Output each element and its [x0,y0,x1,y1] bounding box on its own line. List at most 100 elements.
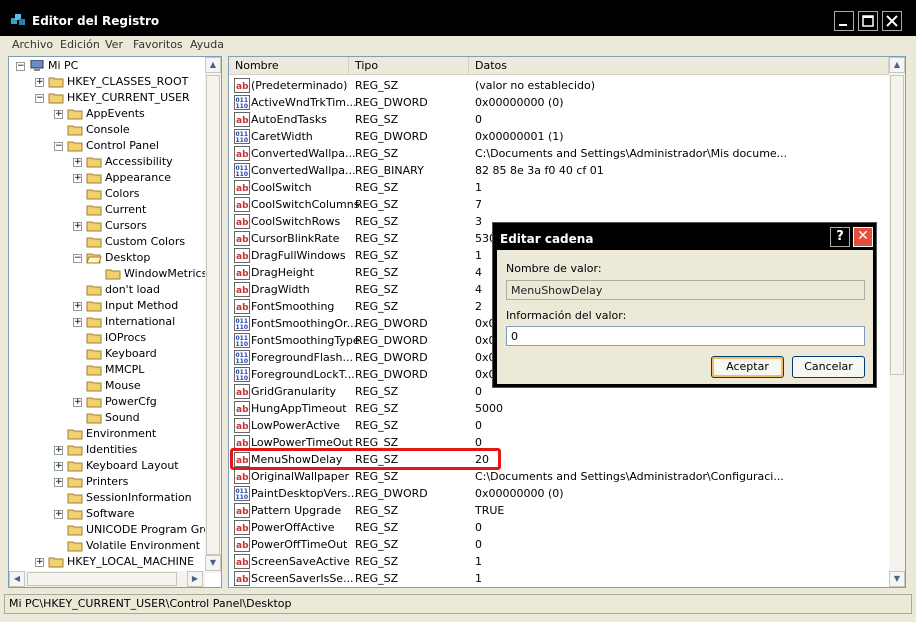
accept-button[interactable]: Aceptar [711,356,784,378]
expand-icon[interactable]: + [35,558,44,567]
collapse-icon[interactable]: − [35,94,44,103]
tree-item[interactable]: + International [9,314,205,330]
expand-icon[interactable]: + [73,398,82,407]
expand-icon[interactable]: + [73,222,82,231]
tree-hscroll-thumb[interactable] [27,572,177,586]
value-row[interactable]: ab LowPowerActive REG_SZ 0 [229,417,889,434]
tree-item[interactable]: Colors [9,186,205,202]
expand-icon[interactable]: + [73,174,82,183]
tree-item[interactable]: + Appearance [9,170,205,186]
value-row[interactable]: ab PowerOffActive REG_SZ 0 [229,519,889,536]
tree-item[interactable]: Console [9,122,205,138]
value-type: REG_SZ [355,249,399,262]
tree-item[interactable]: Environment [9,426,205,442]
tree-item[interactable]: + Printers [9,474,205,490]
expand-icon[interactable]: + [54,446,63,455]
tree-item[interactable]: − Desktop [9,250,205,266]
menu-ayuda[interactable]: Ayuda [190,38,224,51]
maximize-button[interactable] [858,11,878,31]
expand-icon[interactable]: + [73,318,82,327]
scroll-up-arrow-icon[interactable]: ▲ [205,57,221,73]
tree-item[interactable]: + Cursors [9,218,205,234]
tree-item[interactable]: − HKEY_CURRENT_USER [9,90,205,106]
value-row[interactable]: ab (Predeterminado) REG_SZ (valor no establ… [229,77,889,94]
tree-item[interactable]: Keyboard [9,346,205,362]
value-row[interactable]: ab CoolSwitchColumns REG_SZ 7 [229,196,889,213]
menu-favoritos[interactable]: Favoritos [133,38,183,51]
svg-text:ab: ab [236,558,249,568]
tree-item[interactable]: − Mi PC [9,58,205,74]
tree-item[interactable]: Sound [9,410,205,426]
value-row[interactable]: 011 110 CaretWidth REG_DWORD 0x00000001 (1) [229,128,889,145]
close-button[interactable] [882,11,902,31]
tree-item[interactable]: + HKEY_CLASSES_ROOT [9,74,205,90]
menu-ver[interactable]: Ver [105,38,123,51]
value-data-input[interactable] [506,326,865,346]
tree-item[interactable]: + Accessibility [9,154,205,170]
scroll-up-arrow-icon[interactable]: ▲ [889,57,905,73]
tree-horizontal-scrollbar[interactable]: ◀ ▶ [9,571,205,587]
tree-item[interactable]: WindowMetrics [9,266,205,282]
dialog-close-button[interactable]: ✕ [853,227,873,247]
tree-item[interactable]: don't load [9,282,205,298]
scroll-down-arrow-icon[interactable]: ▼ [889,571,905,587]
value-row[interactable]: ab AutoEndTasks REG_SZ 0 [229,111,889,128]
value-row[interactable]: ab ConvertedWallpa... REG_SZ C:\Documents a… [229,145,889,162]
tree-item[interactable]: − Control Panel [9,138,205,154]
menu-edicion[interactable]: Edición [60,38,100,51]
minimize-button[interactable] [834,11,854,31]
column-header-datos[interactable]: Datos [469,57,889,75]
tree-item[interactable]: UNICODE Program Grou [9,522,205,538]
tree-item[interactable]: + Input Method [9,298,205,314]
value-row[interactable]: ab HungAppTimeout REG_SZ 5000 [229,400,889,417]
expand-icon[interactable]: + [73,158,82,167]
tree-vscroll-thumb[interactable] [206,75,220,555]
tree-item[interactable]: SessionInformation [9,490,205,506]
tree-item[interactable]: + AppEvents [9,106,205,122]
value-row[interactable]: ab OriginalWallpaper REG_SZ C:\Documents an… [229,468,889,485]
tree-item[interactable]: Mouse [9,378,205,394]
list-vertical-scrollbar[interactable]: ▲ ▼ [889,57,905,587]
value-row[interactable]: ab ScreenSaveActive REG_SZ 1 [229,553,889,570]
scroll-down-arrow-icon[interactable]: ▼ [205,555,221,571]
expand-icon[interactable]: + [54,478,63,487]
tree-item[interactable]: + HKEY_LOCAL_MACHINE [9,554,205,570]
value-row[interactable]: 011 110 PaintDesktopVers... REG_DWORD 0x0000… [229,485,889,502]
expand-icon[interactable]: + [54,510,63,519]
tree-item[interactable]: IOProcs [9,330,205,346]
expand-icon[interactable]: + [73,302,82,311]
value-row[interactable]: ab PowerOffTimeOut REG_SZ 0 [229,536,889,553]
expand-icon[interactable]: + [54,462,63,471]
tree-item[interactable]: Current [9,202,205,218]
value-row[interactable]: ab Pattern Upgrade REG_SZ TRUE [229,502,889,519]
menu-archivo[interactable]: Archivo [12,38,53,51]
value-row[interactable]: ab ScreenSaverIsSe... REG_SZ 1 [229,570,889,587]
value-row[interactable]: 011 110 ActiveWndTrkTim... REG_DWORD 0x00000… [229,94,889,111]
tree-item[interactable]: + Software [9,506,205,522]
help-button[interactable]: ? [830,227,850,247]
value-data: 0x00000000 (0) [475,487,564,500]
key-tree-pane[interactable]: − Mi PC + HKEY_CLASSES_ROOT − HKEY_CURRENT_US… [8,56,222,588]
tree-item[interactable]: + Identities [9,442,205,458]
tree-item[interactable]: Volatile Environment [9,538,205,554]
tree-vertical-scrollbar[interactable]: ▲ ▼ [205,57,221,573]
scroll-right-arrow-icon[interactable]: ▶ [187,571,203,587]
collapse-icon[interactable]: − [73,254,82,263]
value-data: 2 [475,300,482,313]
tree-item[interactable]: + PowerCfg [9,394,205,410]
tree-item[interactable]: MMCPL [9,362,205,378]
tree-item[interactable]: + Keyboard Layout [9,458,205,474]
expand-icon[interactable]: + [54,110,63,119]
value-row[interactable]: 011 110 ConvertedWallpa... REG_BINARY 82 85 … [229,162,889,179]
tree-item[interactable]: Custom Colors [9,234,205,250]
title-bar[interactable]: Editor del Registro [0,0,916,36]
list-vscroll-thumb[interactable] [890,75,904,375]
collapse-icon[interactable]: − [16,62,25,71]
collapse-icon[interactable]: − [54,142,63,151]
cancel-button[interactable]: Cancelar [792,356,865,378]
scroll-left-arrow-icon[interactable]: ◀ [9,571,25,587]
column-header-tipo[interactable]: Tipo [349,57,469,75]
column-header-nombre[interactable]: Nombre [229,57,349,75]
value-row[interactable]: ab CoolSwitch REG_SZ 1 [229,179,889,196]
expand-icon[interactable]: + [35,78,44,87]
